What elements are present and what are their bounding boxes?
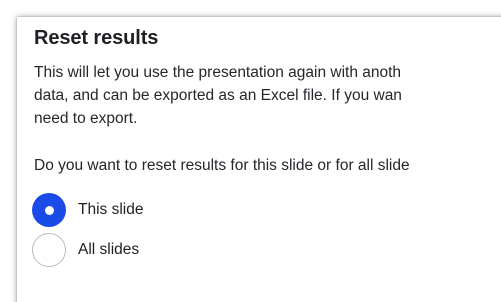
description-line: need to export. xyxy=(34,110,138,127)
reset-results-dialog: Reset results This will let you use the … xyxy=(17,17,501,302)
description-line: This will let you use the presentation a… xyxy=(34,64,402,81)
description-line: data, and can be exported as an Excel fi… xyxy=(34,87,402,104)
option-this-slide[interactable]: This slide xyxy=(32,193,143,227)
radio-all-slides[interactable] xyxy=(32,233,66,267)
option-this-slide-label[interactable]: This slide xyxy=(78,201,143,219)
radio-this-slide[interactable] xyxy=(32,193,66,227)
radio-selected-dot xyxy=(44,205,54,215)
option-all-slides-label[interactable]: All slides xyxy=(78,241,139,259)
dialog-title: Reset results xyxy=(34,27,159,49)
reset-scope-question: Do you want to reset results for this sl… xyxy=(34,157,410,174)
dialog-description: This will let you use the presentation a… xyxy=(34,61,402,130)
option-all-slides[interactable]: All slides xyxy=(32,233,139,267)
